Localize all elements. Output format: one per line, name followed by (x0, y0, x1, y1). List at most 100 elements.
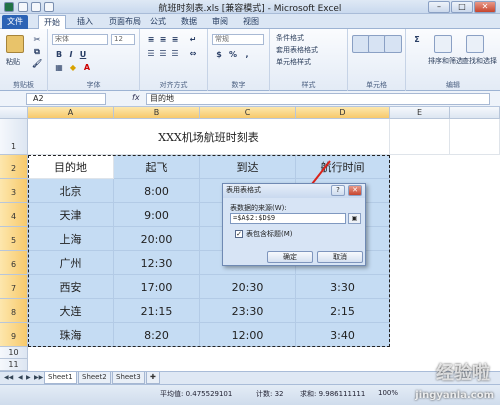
italic-icon[interactable]: I (66, 50, 76, 59)
cell-f1[interactable] (450, 119, 500, 155)
cell-styles-button[interactable]: 单元格样式 (276, 57, 311, 67)
row-header-4[interactable]: 4 (0, 203, 28, 227)
last-sheet-icon[interactable]: ▶▶ (34, 374, 43, 381)
row-header-8[interactable]: 8 (0, 299, 28, 323)
font-size-select[interactable]: 12 (111, 34, 135, 45)
tab-file[interactable]: 文件 (2, 15, 28, 29)
column-header-b[interactable]: B (114, 107, 200, 119)
sheet-title-cell[interactable]: XXX机场航班时刻表 (28, 119, 390, 155)
tab-home[interactable]: 开始 (38, 15, 66, 29)
row-header-11[interactable]: 11 (0, 359, 28, 371)
cut-icon[interactable]: ✂ (32, 35, 42, 44)
table-cell[interactable]: 天津 (28, 203, 114, 227)
wrap-text-icon[interactable]: ↵ (188, 35, 198, 44)
align-center-icon[interactable]: ☰ (158, 49, 168, 58)
cancel-button[interactable]: 取消 (317, 251, 363, 263)
align-top-icon[interactable]: ≡ (146, 35, 156, 44)
table-cell[interactable]: 3:30 (296, 275, 390, 299)
close-button[interactable]: ✕ (474, 1, 496, 13)
currency-icon[interactable]: $ (214, 50, 224, 59)
collapse-dialog-icon[interactable]: ▣ (348, 213, 361, 224)
conditional-format-button[interactable]: 条件格式 (276, 33, 304, 43)
header-departure[interactable]: 起飞 (114, 155, 200, 179)
row-header-5[interactable]: 5 (0, 227, 28, 251)
help-button[interactable]: ? (331, 185, 345, 196)
merge-center-icon[interactable]: ⇔ (188, 49, 198, 58)
align-middle-icon[interactable]: ≡ (158, 35, 168, 44)
tab-page-layout[interactable]: 页面布局 (104, 15, 146, 29)
tab-formulas[interactable]: 公式 (145, 15, 171, 29)
table-cell[interactable]: 大连 (28, 299, 114, 323)
sort-filter-button[interactable]: 排序和筛选 (428, 56, 463, 66)
border-icon[interactable]: ▦ (54, 63, 64, 72)
percent-icon[interactable]: % (228, 50, 238, 59)
paste-icon[interactable] (6, 35, 24, 53)
tab-review[interactable]: 审阅 (207, 15, 233, 29)
table-cell[interactable]: 3:40 (296, 323, 390, 347)
minimize-button[interactable]: – (428, 1, 450, 13)
find-select-icon[interactable] (466, 35, 484, 53)
select-all-corner[interactable] (0, 107, 28, 119)
bold-icon[interactable]: B (54, 50, 64, 59)
header-destination[interactable]: 目的地 (28, 155, 114, 179)
sort-filter-icon[interactable] (434, 35, 452, 53)
row-header-10[interactable]: 10 (0, 347, 28, 359)
autosum-icon[interactable]: Σ (412, 35, 422, 44)
cell-e1[interactable] (390, 119, 450, 155)
fill-color-icon[interactable]: ◆ (68, 63, 78, 72)
formula-input[interactable]: 目的地 (146, 93, 490, 105)
table-cell[interactable]: 21:15 (114, 299, 200, 323)
table-cell[interactable]: 20:00 (114, 227, 200, 251)
tab-insert[interactable]: 插入 (72, 15, 98, 29)
sheet-tab-2[interactable]: Sheet2 (78, 372, 111, 384)
table-cell[interactable]: 17:00 (114, 275, 200, 299)
tab-data[interactable]: 数据 (176, 15, 202, 29)
align-left-icon[interactable]: ☰ (146, 49, 156, 58)
table-cell[interactable]: 西安 (28, 275, 114, 299)
copy-icon[interactable]: ⧉ (32, 47, 42, 56)
column-header-c[interactable]: C (200, 107, 296, 119)
prev-sheet-icon[interactable]: ◀ (18, 374, 23, 381)
sheet-tab-3[interactable]: Sheet3 (112, 372, 145, 384)
find-select-button[interactable]: 查找和选择 (462, 56, 497, 66)
table-cell[interactable]: 12:30 (114, 251, 200, 275)
format-cells-icon[interactable] (384, 35, 402, 53)
table-cell[interactable]: 20:30 (200, 275, 296, 299)
range-input[interactable]: =$A$2:$D$9 (230, 213, 346, 224)
maximize-button[interactable]: □ (451, 1, 473, 13)
format-as-table-button[interactable]: 套用表格格式 (276, 45, 318, 55)
insert-sheet-icon[interactable]: ✚ (146, 372, 160, 384)
table-cell[interactable]: 2:15 (296, 299, 390, 323)
column-header-e[interactable]: E (390, 107, 450, 119)
insert-function-icon[interactable]: fx (132, 93, 140, 102)
column-header-d[interactable]: D (296, 107, 390, 119)
name-box[interactable]: A2 (26, 93, 106, 105)
row-header-1[interactable]: 1 (0, 119, 28, 155)
dialog-close-button[interactable]: ✕ (348, 185, 362, 196)
number-format-select[interactable]: 常规 (212, 34, 264, 45)
row-header-9[interactable]: 9 (0, 323, 28, 347)
first-sheet-icon[interactable]: ◀◀ (4, 374, 13, 381)
align-bottom-icon[interactable]: ≡ (170, 35, 180, 44)
tab-view[interactable]: 视图 (238, 15, 264, 29)
table-cell[interactable]: 珠海 (28, 323, 114, 347)
sheet-tab-1[interactable]: Sheet1 (44, 372, 77, 384)
table-cell[interactable]: 8:00 (114, 179, 200, 203)
status-zoom[interactable]: 100% (378, 389, 398, 397)
next-sheet-icon[interactable]: ▶ (26, 374, 31, 381)
table-cell[interactable]: 北京 (28, 179, 114, 203)
table-cell[interactable]: 23:30 (200, 299, 296, 323)
table-cell[interactable]: 9:00 (114, 203, 200, 227)
comma-icon[interactable]: , (242, 50, 252, 59)
align-right-icon[interactable]: ☰ (170, 49, 180, 58)
row-header-6[interactable]: 6 (0, 251, 28, 275)
has-headers-checkbox[interactable]: ✓ (235, 230, 243, 238)
table-cell[interactable]: 8:20 (114, 323, 200, 347)
font-color-icon[interactable]: A (82, 63, 92, 72)
column-header-a[interactable]: A (28, 107, 114, 119)
format-painter-icon[interactable]: 🖌 (32, 59, 42, 68)
font-name-select[interactable]: 宋体 (52, 34, 108, 45)
row-header-7[interactable]: 7 (0, 275, 28, 299)
table-cell[interactable]: 广州 (28, 251, 114, 275)
ok-button[interactable]: 确定 (267, 251, 313, 263)
